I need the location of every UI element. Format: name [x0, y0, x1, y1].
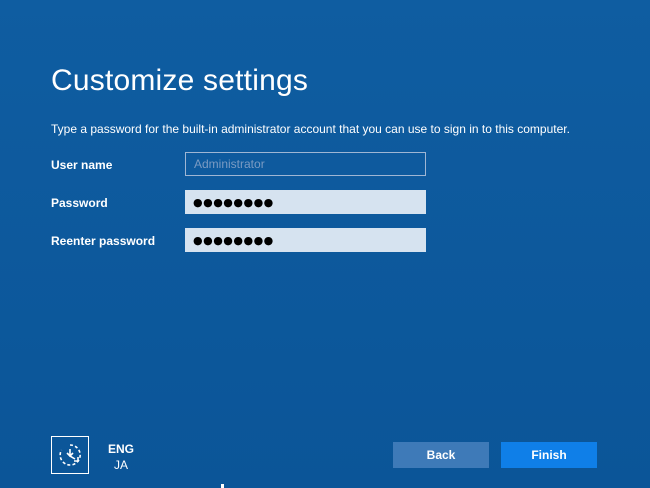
password-field[interactable]	[185, 190, 426, 214]
username-field[interactable]	[185, 152, 426, 176]
username-label: User name	[51, 158, 113, 172]
ease-of-access-icon	[59, 444, 81, 466]
mouse-cursor	[221, 484, 224, 488]
back-button[interactable]: Back	[393, 442, 489, 468]
language-primary: ENG	[107, 442, 134, 456]
finish-button[interactable]: Finish	[501, 442, 597, 468]
password-label: Password	[51, 196, 108, 210]
setup-page: Customize settings Type a password for t…	[0, 0, 650, 488]
reenter-password-field[interactable]	[185, 228, 426, 252]
reenter-password-label: Reenter password	[51, 234, 156, 248]
page-title: Customize settings	[51, 64, 309, 97]
ease-of-access-button[interactable]	[51, 436, 89, 474]
page-description: Type a password for the built-in adminis…	[51, 122, 570, 136]
language-indicator[interactable]: ENG JA	[106, 441, 136, 473]
language-secondary: JA	[113, 458, 128, 472]
